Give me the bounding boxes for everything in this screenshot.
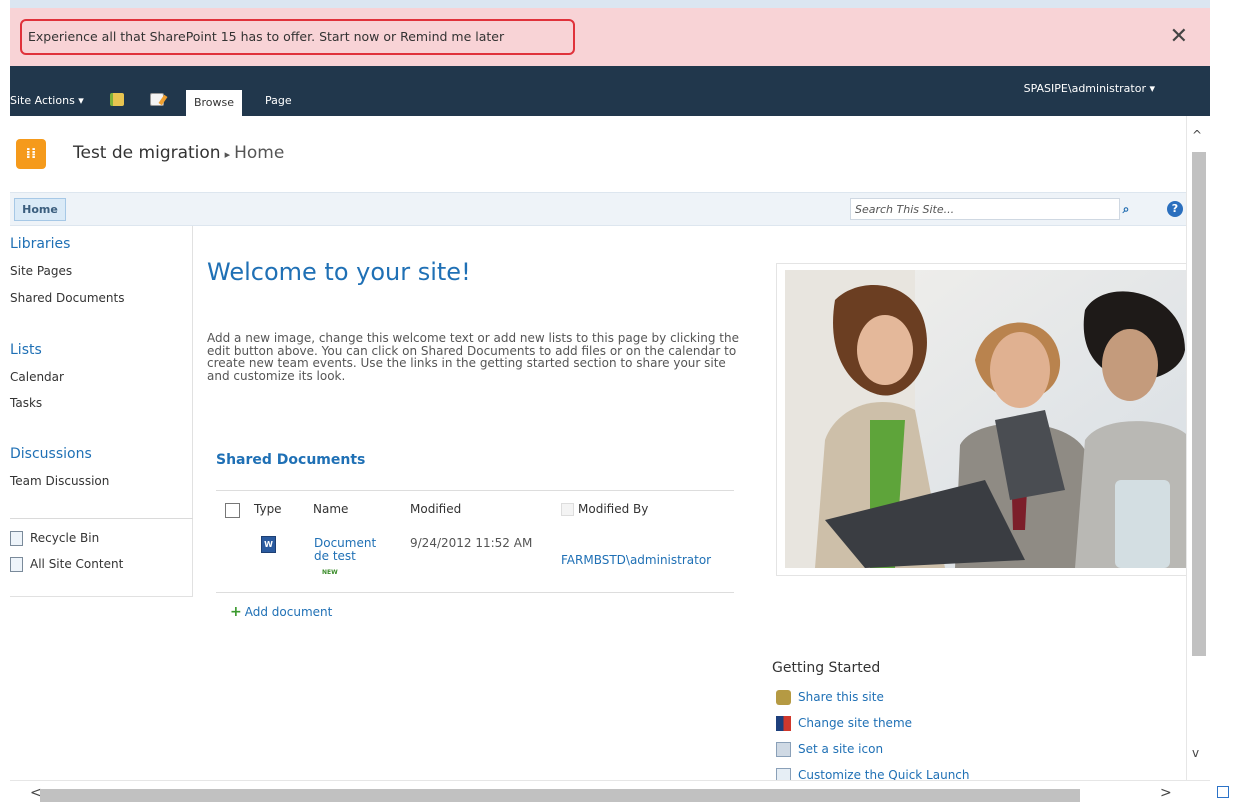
edit-page-icon[interactable] [150, 93, 164, 106]
horizontal-scroll-thumb[interactable] [40, 789, 1080, 802]
document-name-link[interactable]: Document de test [314, 537, 394, 563]
doc-list-bottom-divider [216, 592, 734, 593]
add-document-label: Add document [244, 605, 333, 619]
close-icon[interactable]: ✕ [1170, 26, 1188, 48]
start-now-link[interactable]: Start now [319, 29, 379, 44]
breadcrumb-separator-icon: ▸ [224, 148, 231, 161]
ql-item-shared-documents[interactable]: Shared Documents [10, 291, 124, 305]
ql-heading-libraries[interactable]: Libraries [10, 236, 70, 252]
ribbon-bar: Site Actions ▾ Browse Page SPASIPE\admin… [10, 66, 1210, 116]
popout-icon[interactable] [1217, 786, 1229, 798]
share-site-icon [776, 690, 791, 705]
ql-item-site-pages[interactable]: Site Pages [10, 264, 72, 278]
vertical-scrollbar[interactable]: ^ v [1186, 116, 1210, 780]
column-header-modified-by[interactable]: Modified By [578, 502, 648, 516]
top-navigation-bar: Home ⌕ ? [10, 192, 1186, 226]
site-icon-icon [776, 742, 791, 757]
column-header-modified[interactable]: Modified [410, 502, 461, 516]
tab-browse[interactable]: Browse [186, 90, 242, 116]
all-site-content-icon [10, 557, 23, 572]
remind-later-link[interactable]: Remind me later [400, 29, 504, 44]
breadcrumb: Test de migration ▸ Home [73, 143, 284, 163]
doc-list-top-divider [216, 490, 734, 491]
document-modified-date: 9/24/2012 11:52 AM [410, 536, 533, 550]
tab-page[interactable]: Page [265, 94, 292, 107]
site-title-link[interactable]: Test de migration [73, 143, 221, 163]
new-badge: NEW [322, 569, 338, 576]
column-header-type[interactable]: Type [254, 502, 282, 516]
ql-item-all-site-content[interactable]: All Site Content [30, 557, 123, 571]
getting-started-title: Getting Started [772, 660, 881, 676]
search-input[interactable] [850, 198, 1120, 220]
ql-bottom-divider [10, 596, 193, 597]
banner-or-text: or [379, 29, 401, 44]
nav-tab-home[interactable]: Home [14, 198, 66, 221]
share-site-link[interactable]: Share this site [798, 690, 884, 704]
user-menu[interactable]: SPASIPE\administrator ▾ [1024, 82, 1155, 95]
team-photo-illustration [785, 270, 1190, 568]
scroll-up-icon[interactable]: ^ [1192, 128, 1202, 142]
ql-item-calendar[interactable]: Calendar [10, 370, 64, 384]
site-actions-menu[interactable]: Site Actions ▾ [10, 94, 84, 107]
navigate-up-icon[interactable] [110, 93, 124, 106]
set-site-icon-link[interactable]: Set a site icon [798, 742, 883, 756]
modified-by-filter-icon [561, 503, 574, 516]
help-icon[interactable]: ? [1167, 201, 1183, 217]
column-header-name[interactable]: Name [313, 502, 348, 516]
word-document-icon: W [261, 536, 276, 553]
upgrade-banner: Experience all that SharePoint 15 has to… [10, 8, 1210, 66]
welcome-text: Add a new image, change this welcome tex… [207, 331, 739, 383]
site-logo-icon[interactable]: ⁞⁞ [16, 139, 46, 169]
upgrade-banner-message: Experience all that SharePoint 15 has to… [20, 19, 575, 55]
ql-item-team-discussion[interactable]: Team Discussion [10, 474, 109, 488]
welcome-image [785, 270, 1190, 568]
vertical-scroll-thumb[interactable] [1192, 152, 1206, 656]
quick-launch: Libraries Site Pages Shared Documents Li… [10, 226, 193, 596]
ql-heading-lists[interactable]: Lists [10, 342, 42, 358]
ql-item-recycle-bin[interactable]: Recycle Bin [30, 531, 99, 545]
scroll-right-icon[interactable]: > [1160, 785, 1172, 801]
horizontal-scrollbar[interactable]: < > [10, 780, 1210, 807]
current-page-label: Home [234, 143, 285, 163]
recycle-bin-icon [10, 531, 23, 546]
ql-heading-discussions[interactable]: Discussions [10, 446, 92, 462]
change-theme-icon [776, 716, 791, 731]
scroll-down-icon[interactable]: v [1192, 746, 1199, 760]
browser-top-strip [10, 0, 1210, 8]
document-modified-by-link[interactable]: FARMBSTD\administrator [561, 553, 711, 567]
shared-documents-title[interactable]: Shared Documents [216, 452, 365, 468]
welcome-title: Welcome to your site! [207, 258, 471, 286]
add-document-link[interactable]: + Add document [230, 604, 332, 620]
ql-item-tasks[interactable]: Tasks [10, 396, 42, 410]
search-icon[interactable]: ⌕ [1116, 199, 1136, 219]
site-title-area: ⁞⁞ Test de migration ▸ Home [10, 116, 1186, 192]
ql-divider [10, 518, 193, 519]
select-all-checkbox[interactable] [225, 503, 240, 518]
banner-text: Experience all that SharePoint 15 has to… [28, 29, 320, 44]
add-plus-icon: + [230, 604, 242, 620]
change-theme-link[interactable]: Change site theme [798, 716, 912, 730]
